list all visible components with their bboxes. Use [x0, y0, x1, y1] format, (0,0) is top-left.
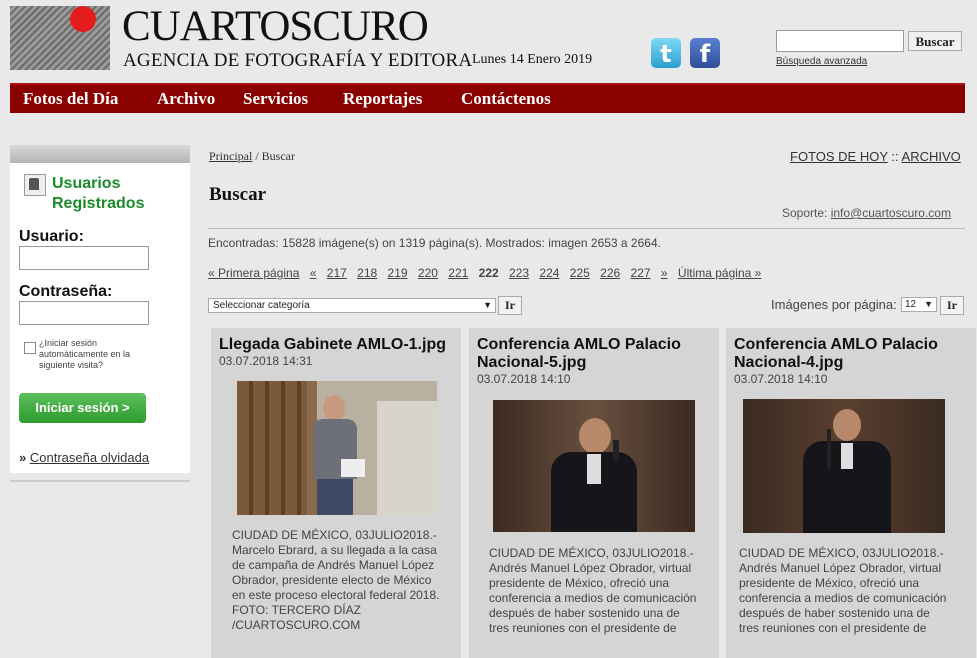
breadcrumb-home[interactable]: Principal: [209, 149, 252, 163]
prev-page-link[interactable]: «: [310, 266, 317, 280]
photo-thumbnail[interactable]: [743, 399, 945, 533]
page-link[interactable]: 227: [631, 266, 651, 280]
sidebar-divider: [10, 480, 190, 482]
photo-date: 03.07.2018 14:31: [219, 354, 313, 368]
nav-item-servicios[interactable]: Servicios: [243, 89, 308, 109]
per-page-go-button[interactable]: Ir: [940, 296, 964, 315]
main-nav: Fotos del Día Archivo Servicios Reportaj…: [10, 83, 965, 113]
login-title: Usuarios Registrados: [52, 175, 145, 212]
photo-card[interactable]: Conferencia AMLO Palacio Nacional-4.jpg …: [726, 328, 976, 658]
page-link[interactable]: 225: [570, 266, 590, 280]
photo-title[interactable]: Conferencia AMLO Palacio Nacional-5.jpg: [477, 336, 713, 372]
page-link[interactable]: 224: [539, 266, 559, 280]
password-label: Contraseña:: [19, 283, 113, 300]
chevron-down-icon: ▼: [483, 300, 492, 310]
support-label: Soporte:: [782, 206, 828, 220]
page-title: Buscar: [209, 184, 266, 205]
papers-shape: [341, 459, 365, 477]
fotos-hoy-link[interactable]: FOTOS DE HOY: [790, 149, 888, 164]
top-links: FOTOS DE HOY :: ARCHIVO: [790, 149, 961, 164]
brand-tagline: AGENCIA DE FOTOGRAFÍA Y EDITORA: [123, 50, 473, 71]
page-link[interactable]: 223: [509, 266, 529, 280]
remember-me-label: ¿Iniciar sesión automáticamente en la si…: [39, 338, 131, 370]
page-link[interactable]: 217: [327, 266, 347, 280]
photo-title[interactable]: Llegada Gabinete AMLO-1.jpg: [219, 336, 455, 354]
breadcrumb: Principal / Buscar: [209, 149, 295, 164]
page-link[interactable]: 218: [357, 266, 377, 280]
support-contact: Soporte: info@cuartoscuro.com: [782, 206, 951, 220]
head-shape: [579, 418, 611, 454]
photo-title[interactable]: Conferencia AMLO Palacio Nacional-4.jpg: [734, 336, 970, 372]
results-summary: Encontradas: 15828 imágene(s) on 1319 pá…: [208, 236, 661, 250]
lock-icon: [29, 178, 39, 190]
pagination: « Primera página « 217 218 219 220 221 2…: [208, 266, 768, 280]
head-shape: [323, 395, 345, 421]
archivo-link[interactable]: ARCHIVO: [902, 149, 961, 164]
nav-item-contactenos[interactable]: Contáctenos: [461, 89, 551, 109]
brand-name[interactable]: CUARTOSCURO: [122, 4, 429, 50]
last-page-link[interactable]: Última página »: [678, 266, 761, 280]
forgot-password-link[interactable]: Contraseña olvidada: [30, 450, 149, 465]
breadcrumb-current: / Buscar: [255, 149, 295, 163]
login-button[interactable]: Iniciar sesión >: [19, 393, 146, 423]
support-email-link[interactable]: info@cuartoscuro.com: [831, 206, 951, 220]
category-go-button[interactable]: Ir: [498, 296, 522, 315]
per-page-label: Imágenes por página:: [771, 297, 897, 312]
photo-card[interactable]: Conferencia AMLO Palacio Nacional-5.jpg …: [469, 328, 719, 658]
photo-date: 03.07.2018 14:10: [734, 372, 828, 386]
photo-description: CIUDAD DE MÉXICO, 03JULIO2018.- Andrés M…: [489, 546, 697, 635]
top-links-separator: ::: [891, 149, 899, 164]
category-select[interactable]: Seleccionar categoría ▼: [208, 298, 496, 313]
divider: [208, 228, 965, 229]
password-field[interactable]: [19, 301, 149, 325]
building-shape: [237, 381, 307, 515]
page-link[interactable]: 226: [600, 266, 620, 280]
facebook-icon[interactable]: f: [690, 38, 720, 68]
nav-item-archivo[interactable]: Archivo: [157, 89, 215, 109]
category-select-value: Seleccionar categoría: [213, 300, 310, 311]
forgot-prefix: »: [19, 450, 27, 465]
chevron-down-icon: ▼: [924, 299, 933, 309]
head-shape: [833, 409, 861, 441]
page-link[interactable]: 221: [448, 266, 468, 280]
username-field[interactable]: [19, 246, 149, 270]
sidebar-header-bar: [10, 145, 190, 163]
microphone-shape: [827, 429, 831, 469]
current-page: 222: [478, 266, 499, 280]
photo-date: 03.07.2018 14:10: [477, 372, 571, 386]
first-page-link[interactable]: « Primera página: [208, 266, 299, 280]
legs-shape: [317, 479, 353, 515]
next-page-link[interactable]: »: [661, 266, 668, 280]
remember-me-checkbox[interactable]: [24, 342, 36, 354]
page-link[interactable]: 219: [388, 266, 408, 280]
photo-card[interactable]: Llegada Gabinete AMLO-1.jpg 03.07.2018 1…: [211, 328, 461, 658]
per-page-value: 12: [905, 299, 917, 310]
nav-item-reportajes[interactable]: Reportajes: [343, 89, 422, 109]
logo-red-dot: [70, 6, 96, 32]
search-input[interactable]: [776, 30, 904, 52]
microphone-shape: [613, 440, 619, 460]
photo-description: CIUDAD DE MÉXICO, 03JULIO2018.- Andrés M…: [739, 546, 947, 635]
photo-thumbnail[interactable]: [493, 400, 695, 532]
per-page-select[interactable]: 12 ▼: [901, 297, 937, 312]
photo-description: CIUDAD DE MÉXICO, 03JULIO2018.- Marcelo …: [232, 528, 440, 632]
username-label: Usuario:: [19, 228, 84, 245]
photo-thumbnail[interactable]: [237, 381, 437, 515]
nav-item-fotos-del-dia[interactable]: Fotos del Día: [23, 89, 118, 109]
shirt-shape: [587, 454, 601, 484]
twitter-icon[interactable]: t: [651, 38, 681, 68]
shirt-shape: [841, 443, 853, 469]
search-button[interactable]: Buscar: [908, 31, 962, 51]
street-shape: [377, 401, 437, 515]
forgot-password: » Contraseña olvidada: [19, 450, 149, 465]
advanced-search-link[interactable]: Búsqueda avanzada: [776, 56, 867, 67]
page-link[interactable]: 220: [418, 266, 438, 280]
current-date: Lunes 14 Enero 2019: [472, 52, 593, 67]
